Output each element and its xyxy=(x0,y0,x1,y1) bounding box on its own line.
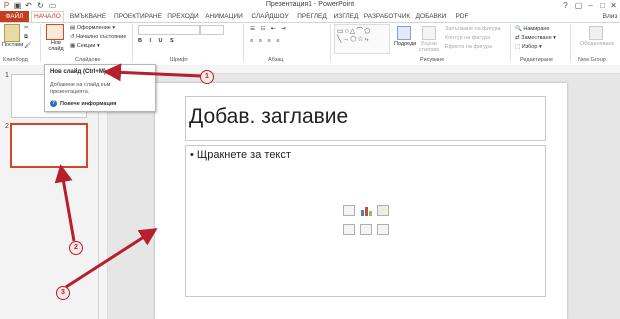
annotation-arrows xyxy=(54,63,202,289)
arrow-2 xyxy=(54,164,76,242)
callout-2: 2 xyxy=(69,241,83,255)
arrow-1 xyxy=(103,63,202,82)
callout-1: 1 xyxy=(200,70,214,84)
callout-3: 3 xyxy=(56,286,70,300)
